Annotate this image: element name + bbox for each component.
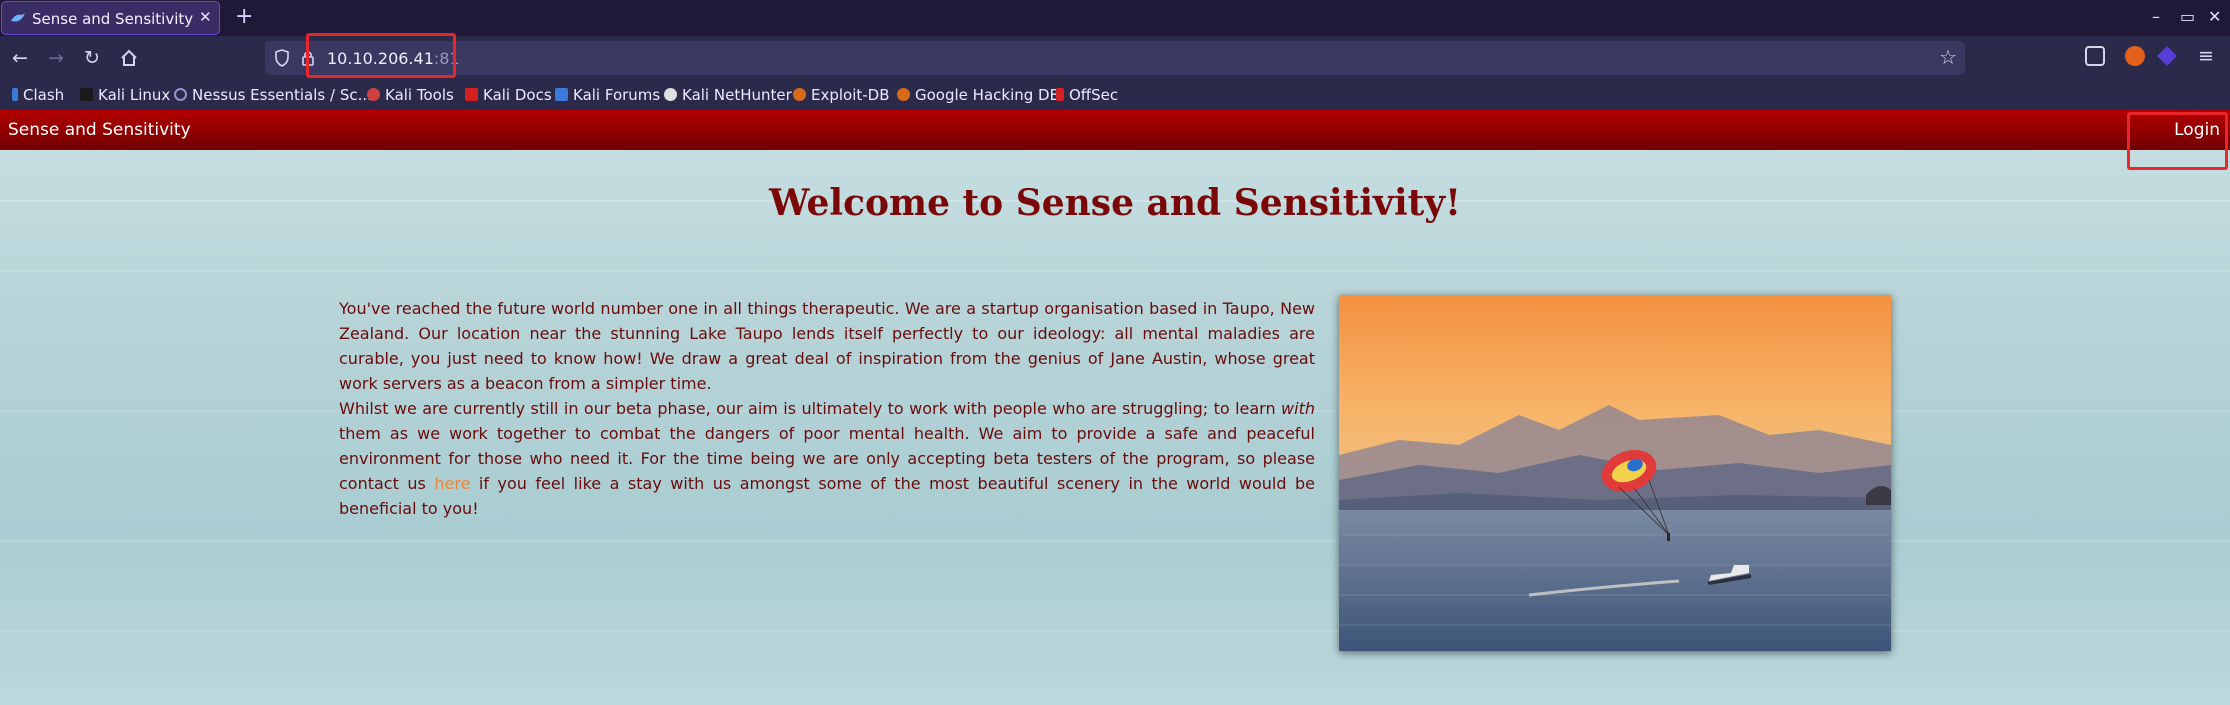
page-title: Welcome to Sense and Sensitivity! bbox=[769, 182, 1461, 224]
bookmark-kali-forums[interactable]: Kali Forums bbox=[555, 86, 660, 104]
kali-docs-icon bbox=[465, 88, 478, 101]
bookmark-label: Kali NetHunter bbox=[682, 86, 792, 104]
foxyproxy-icon[interactable] bbox=[2125, 46, 2145, 66]
web-page: Sense and Sensitivity Login Welcome to S… bbox=[0, 110, 2230, 705]
contact-here-link[interactable]: here bbox=[434, 474, 470, 493]
pocket-icon[interactable] bbox=[2085, 46, 2105, 66]
water-texture bbox=[0, 630, 2230, 632]
parasailing-sunset-image bbox=[1339, 295, 1891, 651]
bookmark-label: Kali Docs bbox=[483, 86, 552, 104]
clash-icon bbox=[12, 88, 18, 101]
kali-forums-icon bbox=[555, 88, 568, 101]
intro-paragraph-2: Whilst we are currently still in our bet… bbox=[339, 396, 1315, 521]
exploit-db-icon bbox=[793, 88, 806, 101]
site-brand[interactable]: Sense and Sensitivity bbox=[8, 120, 191, 140]
bookmark-nessus[interactable]: Nessus Essentials / Sc... bbox=[174, 86, 372, 104]
bookmark-label: Kali Tools bbox=[385, 86, 454, 104]
bookmark-label: Google Hacking DB bbox=[915, 86, 1060, 104]
bookmark-kali-linux[interactable]: Kali Linux bbox=[80, 86, 170, 104]
new-tab-button[interactable]: + bbox=[235, 4, 253, 29]
paragraph-text: Whilst we are currently still in our bet… bbox=[339, 399, 1282, 418]
bookmark-star-icon[interactable]: ☆ bbox=[1939, 45, 1957, 69]
window-controls: – ▭ ✕ bbox=[2120, 0, 2230, 36]
bookmark-label: Clash bbox=[23, 86, 65, 104]
back-icon[interactable]: ← bbox=[12, 47, 28, 69]
bookmark-google-hacking-db[interactable]: Google Hacking DB bbox=[897, 86, 1060, 104]
bookmark-label: Nessus Essentials / Sc... bbox=[192, 86, 372, 104]
ghdb-icon bbox=[897, 88, 910, 101]
offsec-icon bbox=[1056, 88, 1064, 101]
bookmark-label: OffSec bbox=[1069, 86, 1119, 104]
shield-icon[interactable] bbox=[275, 49, 289, 67]
intro-paragraph-1: You've reached the future world number o… bbox=[339, 299, 1315, 393]
bookmark-label: Exploit-DB bbox=[811, 86, 890, 104]
bookmark-label: Kali Linux bbox=[98, 86, 171, 104]
bookmarks-toolbar: Clash Kali Linux Nessus Essentials / Sc.… bbox=[0, 80, 2230, 110]
forward-icon[interactable]: → bbox=[48, 47, 64, 69]
globe-icon bbox=[174, 88, 187, 101]
site-navbar: Sense and Sensitivity Login bbox=[0, 110, 2230, 150]
tab-title: Sense and Sensitivity bbox=[32, 10, 194, 28]
nethunter-icon bbox=[664, 88, 677, 101]
url-highlight-box bbox=[306, 33, 456, 78]
login-highlight-box bbox=[2127, 112, 2228, 170]
bookmark-clash[interactable]: Clash bbox=[12, 86, 64, 104]
bookmark-kali-docs[interactable]: Kali Docs bbox=[465, 86, 552, 104]
water-texture bbox=[0, 270, 2230, 272]
url-bar[interactable]: 10.10.206.41:81 ☆ bbox=[265, 41, 1965, 75]
kali-tools-icon bbox=[367, 88, 380, 101]
menu-icon[interactable]: ≡ bbox=[2198, 45, 2214, 67]
extension-icon[interactable] bbox=[2157, 46, 2177, 66]
browser-tab[interactable]: Sense and Sensitivity ✕ bbox=[1, 1, 220, 35]
restore-icon[interactable]: ▭ bbox=[2180, 7, 2195, 26]
paragraph-text: if you feel like a stay with us amongst … bbox=[339, 474, 1315, 518]
water-texture bbox=[0, 540, 2230, 542]
bookmark-exploit-db[interactable]: Exploit-DB bbox=[793, 86, 890, 104]
emphasis-text: with bbox=[1281, 399, 1315, 418]
window-close-icon[interactable]: ✕ bbox=[2208, 7, 2221, 26]
tab-close-icon[interactable]: ✕ bbox=[199, 8, 212, 26]
minimize-icon[interactable]: – bbox=[2152, 7, 2160, 26]
reload-icon[interactable]: ↻ bbox=[84, 47, 100, 69]
kali-icon bbox=[80, 88, 93, 101]
bookmark-offsec[interactable]: OffSec bbox=[1056, 86, 1118, 104]
intro-text: You've reached the future world number o… bbox=[339, 296, 1315, 521]
tab-bar: Sense and Sensitivity ✕ + – ▭ ✕ bbox=[0, 0, 2230, 36]
bookmark-kali-tools[interactable]: Kali Tools bbox=[367, 86, 454, 104]
bookmark-kali-nethunter[interactable]: Kali NetHunter bbox=[664, 86, 792, 104]
lake-taupo-photo bbox=[1339, 295, 1891, 651]
bookmark-label: Kali Forums bbox=[573, 86, 661, 104]
home-icon[interactable] bbox=[120, 49, 138, 67]
dragon-favicon-icon bbox=[11, 13, 25, 22]
